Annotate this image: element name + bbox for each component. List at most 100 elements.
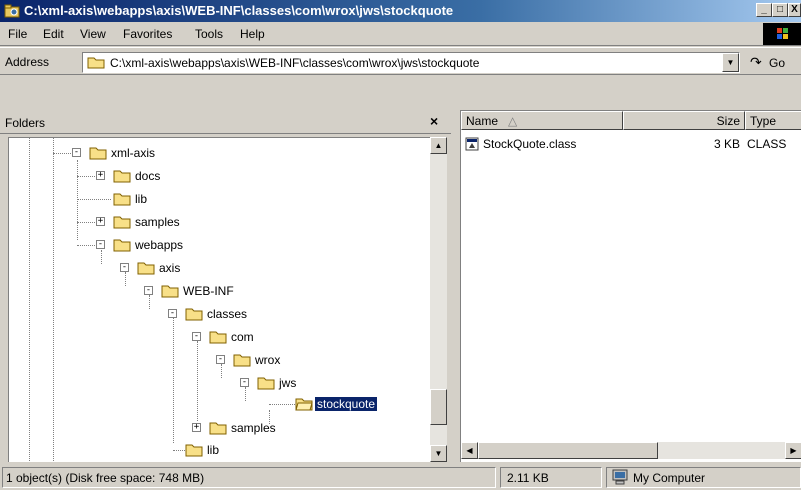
file-list[interactable]: Name △ Size Type StockQuote.class 3 KB C… [460,110,801,462]
tree-connector [77,199,111,200]
tree-connector [77,222,97,223]
file-list-hscrollbar[interactable]: ◀ ▶ [461,442,801,459]
hscroll-thumb[interactable] [478,442,658,459]
tree-connector [53,153,73,154]
menu-tools[interactable]: Tools [195,27,223,41]
collapse-toggle[interactable]: - [192,332,201,341]
column-header-name[interactable]: Name △ [461,111,623,130]
tree-item-lib-2[interactable]: lib [207,443,219,457]
title-bar[interactable]: C:\xml-axis\webapps\axis\WEB-INF\classes… [0,0,801,22]
tree-guide-line [101,250,102,264]
folder-icon [233,354,251,367]
tree-item-webapps[interactable]: webapps [135,238,183,252]
column-header-size[interactable]: Size [623,111,745,130]
tree-connector [269,404,297,405]
windows-flag-icon [777,28,788,39]
folder-icon [161,285,179,298]
computer-icon [612,469,628,485]
address-dropdown-button[interactable]: ▼ [722,53,739,72]
pane-splitter[interactable] [451,110,457,462]
column-name-label: Name [466,114,499,128]
status-zone-cell: My Computer [606,467,801,488]
folders-pane-header: Folders × [0,110,451,134]
expand-toggle[interactable]: + [96,217,105,226]
collapse-toggle[interactable]: - [96,240,105,249]
collapse-toggle[interactable]: - [240,378,249,387]
tree-item-axis[interactable]: axis [159,261,180,275]
folder-tree-scrollbar[interactable]: ▲ ▼ [430,137,447,462]
scroll-left-button[interactable]: ◀ [461,442,478,459]
windows-logo [763,23,801,45]
folder-tree[interactable]: - xml-axis + docs lib + samples - webapp… [8,137,430,462]
tree-item-classes[interactable]: classes [207,307,247,321]
file-type: CLASS [747,137,787,151]
collapse-toggle[interactable]: - [144,286,153,295]
address-bar: Address C:\xml-axis\webapps\axis\WEB-INF… [0,47,801,75]
tree-guide-line [53,138,54,462]
folder-icon [113,216,131,229]
tree-item-jws[interactable]: jws [279,376,296,390]
tree-item-samples-2[interactable]: samples [231,421,276,435]
tree-item-samples[interactable]: samples [135,215,180,229]
status-size: 2.11 KB [507,471,549,485]
folder-icon [185,444,203,457]
open-folder-icon [295,398,313,411]
folder-icon [137,262,155,275]
tree-item-lib[interactable]: lib [135,192,147,206]
tree-guide-line [173,318,174,443]
explorer-folder-icon [4,4,20,18]
file-row[interactable]: StockQuote.class 3 KB CLASS [465,136,801,154]
folders-close-button[interactable]: × [430,113,438,129]
menu-edit[interactable]: Edit [43,27,64,41]
tree-guide-line [245,387,246,401]
menu-view[interactable]: View [80,27,106,41]
go-arrow-icon: ↷ [750,54,762,70]
collapse-toggle[interactable]: - [216,355,225,364]
column-type-label: Type [750,114,777,128]
folder-icon [113,170,131,183]
folders-title: Folders [5,116,46,130]
tree-guide-line [29,138,30,462]
folder-icon [87,57,105,69]
collapse-toggle[interactable]: - [72,148,81,157]
tree-item-web-inf[interactable]: WEB-INF [183,284,234,298]
window-title: C:\xml-axis\webapps\axis\WEB-INF\classes… [24,3,454,18]
scroll-down-button[interactable]: ▼ [430,445,447,462]
address-input[interactable]: C:\xml-axis\webapps\axis\WEB-INF\classes… [82,52,740,73]
status-bar: 1 object(s) (Disk free space: 748 MB) 2.… [0,465,801,490]
tree-item-stockquote[interactable]: stockquote [315,397,378,411]
expand-toggle[interactable]: + [96,171,105,180]
tree-item-xml-axis[interactable]: xml-axis [111,146,155,160]
menu-help[interactable]: Help [240,27,265,41]
column-size-label: Size [716,114,740,128]
address-value: C:\xml-axis\webapps\axis\WEB-INF\classes… [110,56,480,70]
status-objects: 1 object(s) (Disk free space: 748 MB) [6,471,205,485]
collapse-toggle[interactable]: - [168,309,177,318]
menu-favorites[interactable]: Favorites [123,27,172,41]
collapse-toggle[interactable]: - [120,263,129,272]
go-button[interactable]: ↷ Go [748,53,800,73]
close-button[interactable]: X [788,3,801,17]
column-header-type[interactable]: Type [745,111,801,130]
minimize-button[interactable]: _ [756,3,772,17]
tree-guide-line [149,295,150,309]
status-objects-cell: 1 object(s) (Disk free space: 748 MB) [2,467,496,488]
tree-guide-line [221,364,222,378]
status-size-cell: 2.11 KB [500,467,602,488]
maximize-button[interactable]: □ [772,3,788,17]
expand-toggle[interactable]: + [192,423,201,432]
tree-item-wrox[interactable]: wrox [255,353,280,367]
tree-guide-line [77,160,78,240]
scroll-right-button[interactable]: ▶ [785,442,801,459]
folder-icon [209,422,227,435]
folder-icon [113,239,131,252]
tree-item-com[interactable]: com [231,330,254,344]
menu-file[interactable]: File [8,27,27,41]
scroll-up-button[interactable]: ▲ [430,137,447,154]
class-file-icon [465,137,479,151]
tree-item-docs[interactable]: docs [135,169,160,183]
scroll-thumb[interactable] [430,389,447,425]
go-label: Go [769,56,786,70]
folder-icon [257,377,275,390]
tree-guide-line [125,272,126,286]
